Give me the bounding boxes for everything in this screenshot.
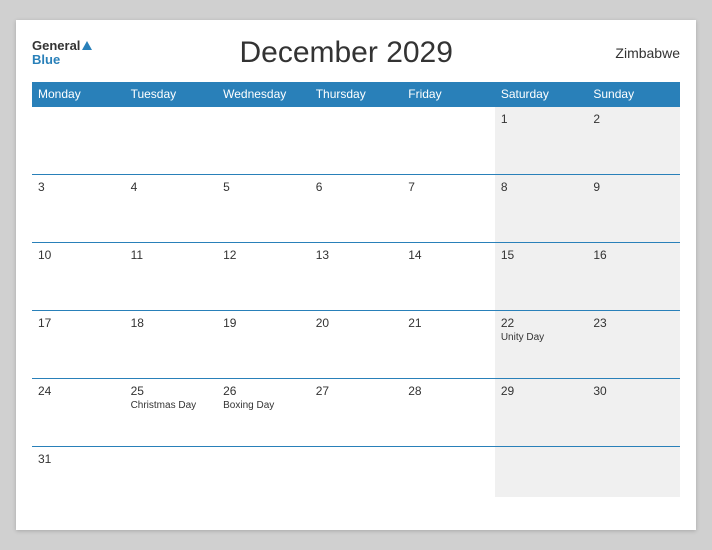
country-label: Zimbabwe xyxy=(600,45,680,61)
day-cell: 28 xyxy=(402,379,495,447)
day-cell: 21 xyxy=(402,311,495,379)
day-cell: 18 xyxy=(125,311,218,379)
weekday-header-thursday: Thursday xyxy=(310,82,403,107)
day-cell xyxy=(217,107,310,175)
day-number: 20 xyxy=(316,316,397,330)
weekday-header-row: MondayTuesdayWednesdayThursdayFridaySatu… xyxy=(32,82,680,107)
day-number: 25 xyxy=(131,384,212,398)
day-cell: 13 xyxy=(310,243,403,311)
weekday-header-saturday: Saturday xyxy=(495,82,588,107)
weekday-header-monday: Monday xyxy=(32,82,125,107)
calendar-grid: MondayTuesdayWednesdayThursdayFridaySatu… xyxy=(32,82,680,497)
day-cell: 24 xyxy=(32,379,125,447)
day-number: 4 xyxy=(131,180,212,194)
day-cell: 22 Unity Day xyxy=(495,311,588,379)
day-number: 12 xyxy=(223,248,304,262)
day-cell xyxy=(402,107,495,175)
day-cell: 8 xyxy=(495,175,588,243)
day-cell: 14 xyxy=(402,243,495,311)
day-cell xyxy=(495,447,588,497)
day-number: 30 xyxy=(593,384,674,398)
day-number: 22 xyxy=(501,316,582,330)
logo-general-text: General xyxy=(32,39,80,53)
day-event-label: Unity Day xyxy=(501,332,582,343)
day-cell xyxy=(32,107,125,175)
calendar: General Blue December 2029 Zimbabwe Mond… xyxy=(16,20,696,530)
day-cell: 4 xyxy=(125,175,218,243)
day-cell: 12 xyxy=(217,243,310,311)
day-cell xyxy=(587,447,680,497)
day-number: 14 xyxy=(408,248,489,262)
day-number: 2 xyxy=(593,112,674,126)
day-number: 1 xyxy=(501,112,582,126)
day-cell xyxy=(310,107,403,175)
day-number: 5 xyxy=(223,180,304,194)
day-cell: 29 xyxy=(495,379,588,447)
day-number: 31 xyxy=(38,452,119,466)
weekday-header-sunday: Sunday xyxy=(587,82,680,107)
day-number: 28 xyxy=(408,384,489,398)
day-number: 27 xyxy=(316,384,397,398)
weekday-header-tuesday: Tuesday xyxy=(125,82,218,107)
day-number: 13 xyxy=(316,248,397,262)
day-number: 6 xyxy=(316,180,397,194)
week-row-1: 12 xyxy=(32,107,680,175)
day-cell: 1 xyxy=(495,107,588,175)
day-event-label: Boxing Day xyxy=(223,400,304,411)
day-cell: 26 Boxing Day xyxy=(217,379,310,447)
calendar-title: December 2029 xyxy=(92,36,600,70)
day-number: 3 xyxy=(38,180,119,194)
day-cell: 17 xyxy=(32,311,125,379)
day-cell: 30 xyxy=(587,379,680,447)
weekday-header-wednesday: Wednesday xyxy=(217,82,310,107)
logo-triangle-icon xyxy=(82,41,92,50)
day-cell: 16 xyxy=(587,243,680,311)
calendar-header: General Blue December 2029 Zimbabwe xyxy=(32,36,680,70)
day-number: 16 xyxy=(593,248,674,262)
day-number: 17 xyxy=(38,316,119,330)
day-cell: 10 xyxy=(32,243,125,311)
day-cell: 23 xyxy=(587,311,680,379)
day-number: 8 xyxy=(501,180,582,194)
day-number: 21 xyxy=(408,316,489,330)
logo: General Blue xyxy=(32,39,92,68)
week-row-5: 24 25 Christmas Day 26 Boxing Day 27 28 29 30 xyxy=(32,379,680,447)
day-cell: 9 xyxy=(587,175,680,243)
weekday-header-friday: Friday xyxy=(402,82,495,107)
day-number: 9 xyxy=(593,180,674,194)
day-cell: 15 xyxy=(495,243,588,311)
day-cell: 6 xyxy=(310,175,403,243)
day-cell: 19 xyxy=(217,311,310,379)
day-cell xyxy=(125,447,218,497)
day-number: 23 xyxy=(593,316,674,330)
day-cell: 27 xyxy=(310,379,403,447)
day-number: 24 xyxy=(38,384,119,398)
week-row-2: 3456789 xyxy=(32,175,680,243)
day-cell xyxy=(402,447,495,497)
week-row-3: 10 11 12 13 14 15 16 xyxy=(32,243,680,311)
day-cell: 5 xyxy=(217,175,310,243)
day-cell: 20 xyxy=(310,311,403,379)
day-cell xyxy=(217,447,310,497)
day-cell xyxy=(125,107,218,175)
day-number: 19 xyxy=(223,316,304,330)
day-cell: 25 Christmas Day xyxy=(125,379,218,447)
day-cell: 2 xyxy=(587,107,680,175)
day-number: 10 xyxy=(38,248,119,262)
day-cell xyxy=(310,447,403,497)
day-event-label: Christmas Day xyxy=(131,400,212,411)
day-number: 29 xyxy=(501,384,582,398)
day-cell: 11 xyxy=(125,243,218,311)
logo-blue-text: Blue xyxy=(32,53,60,67)
day-number: 15 xyxy=(501,248,582,262)
day-number: 26 xyxy=(223,384,304,398)
week-row-6: 31 xyxy=(32,447,680,497)
day-number: 18 xyxy=(131,316,212,330)
day-number: 7 xyxy=(408,180,489,194)
day-number: 11 xyxy=(131,248,212,262)
day-cell: 31 xyxy=(32,447,125,497)
day-cell: 3 xyxy=(32,175,125,243)
week-row-4: 17 18 19 20 21 22 Unity Day 23 xyxy=(32,311,680,379)
day-cell: 7 xyxy=(402,175,495,243)
